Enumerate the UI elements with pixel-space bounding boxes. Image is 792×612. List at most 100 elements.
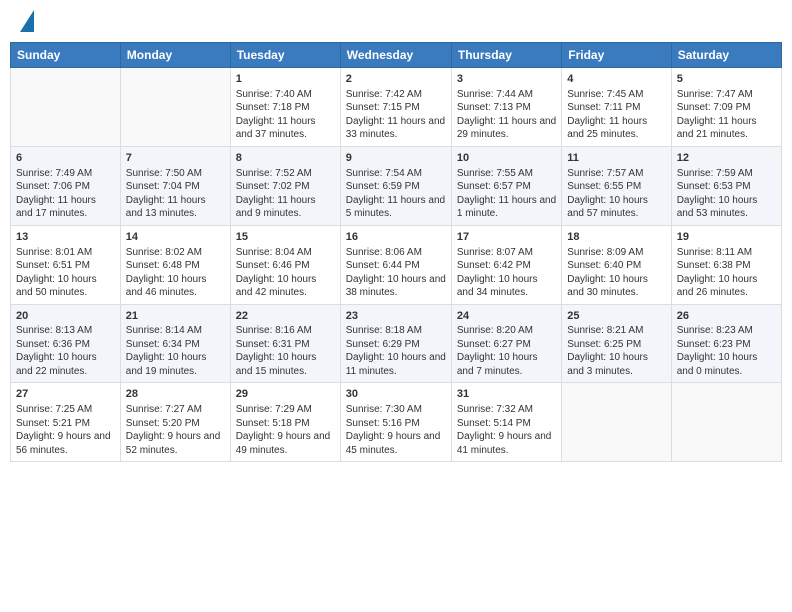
day-number: 26 — [677, 309, 776, 324]
weekday-header-saturday: Saturday — [671, 43, 781, 68]
day-cell: 26Sunrise: 8:23 AMSunset: 6:23 PMDayligh… — [671, 304, 781, 383]
day-cell — [11, 68, 121, 147]
day-number: 21 — [126, 309, 225, 324]
day-info: Sunrise: 8:23 AMSunset: 6:23 PMDaylight:… — [677, 324, 776, 378]
weekday-header-tuesday: Tuesday — [230, 43, 340, 68]
day-number: 12 — [677, 151, 776, 166]
page-header — [10, 10, 782, 36]
day-info: Sunrise: 8:21 AMSunset: 6:25 PMDaylight:… — [567, 324, 665, 378]
day-cell — [671, 383, 781, 462]
day-number: 11 — [567, 151, 665, 166]
day-info: Sunrise: 7:40 AMSunset: 7:18 PMDaylight:… — [236, 88, 335, 142]
week-row-3: 13Sunrise: 8:01 AMSunset: 6:51 PMDayligh… — [11, 225, 782, 304]
day-info: Sunrise: 8:09 AMSunset: 6:40 PMDaylight:… — [567, 246, 665, 300]
day-number: 8 — [236, 151, 335, 166]
day-number: 31 — [457, 387, 556, 402]
day-info: Sunrise: 7:42 AMSunset: 7:15 PMDaylight:… — [346, 88, 446, 142]
logo-triangle-icon — [20, 10, 34, 32]
day-info: Sunrise: 7:47 AMSunset: 7:09 PMDaylight:… — [677, 88, 776, 142]
day-cell: 30Sunrise: 7:30 AMSunset: 5:16 PMDayligh… — [340, 383, 451, 462]
day-info: Sunrise: 8:11 AMSunset: 6:38 PMDaylight:… — [677, 246, 776, 300]
day-cell: 8Sunrise: 7:52 AMSunset: 7:02 PMDaylight… — [230, 146, 340, 225]
day-cell: 31Sunrise: 7:32 AMSunset: 5:14 PMDayligh… — [451, 383, 561, 462]
day-cell: 22Sunrise: 8:16 AMSunset: 6:31 PMDayligh… — [230, 304, 340, 383]
weekday-header-thursday: Thursday — [451, 43, 561, 68]
day-number: 7 — [126, 151, 225, 166]
day-info: Sunrise: 7:54 AMSunset: 6:59 PMDaylight:… — [346, 167, 446, 221]
day-cell — [562, 383, 671, 462]
day-cell: 12Sunrise: 7:59 AMSunset: 6:53 PMDayligh… — [671, 146, 781, 225]
day-cell: 16Sunrise: 8:06 AMSunset: 6:44 PMDayligh… — [340, 225, 451, 304]
day-number: 13 — [16, 230, 115, 245]
day-number: 5 — [677, 72, 776, 87]
day-info: Sunrise: 8:13 AMSunset: 6:36 PMDaylight:… — [16, 324, 115, 378]
day-info: Sunrise: 8:07 AMSunset: 6:42 PMDaylight:… — [457, 246, 556, 300]
day-cell: 10Sunrise: 7:55 AMSunset: 6:57 PMDayligh… — [451, 146, 561, 225]
day-cell: 11Sunrise: 7:57 AMSunset: 6:55 PMDayligh… — [562, 146, 671, 225]
day-number: 9 — [346, 151, 446, 166]
day-cell: 7Sunrise: 7:50 AMSunset: 7:04 PMDaylight… — [120, 146, 230, 225]
day-number: 10 — [457, 151, 556, 166]
day-cell: 2Sunrise: 7:42 AMSunset: 7:15 PMDaylight… — [340, 68, 451, 147]
day-cell: 5Sunrise: 7:47 AMSunset: 7:09 PMDaylight… — [671, 68, 781, 147]
day-info: Sunrise: 8:20 AMSunset: 6:27 PMDaylight:… — [457, 324, 556, 378]
day-cell: 21Sunrise: 8:14 AMSunset: 6:34 PMDayligh… — [120, 304, 230, 383]
weekday-header-monday: Monday — [120, 43, 230, 68]
week-row-2: 6Sunrise: 7:49 AMSunset: 7:06 PMDaylight… — [11, 146, 782, 225]
day-number: 23 — [346, 309, 446, 324]
day-number: 24 — [457, 309, 556, 324]
day-cell: 29Sunrise: 7:29 AMSunset: 5:18 PMDayligh… — [230, 383, 340, 462]
day-info: Sunrise: 8:06 AMSunset: 6:44 PMDaylight:… — [346, 246, 446, 300]
day-info: Sunrise: 7:32 AMSunset: 5:14 PMDaylight:… — [457, 403, 556, 457]
day-info: Sunrise: 7:55 AMSunset: 6:57 PMDaylight:… — [457, 167, 556, 221]
day-number: 16 — [346, 230, 446, 245]
day-number: 20 — [16, 309, 115, 324]
day-cell — [120, 68, 230, 147]
day-cell: 19Sunrise: 8:11 AMSunset: 6:38 PMDayligh… — [671, 225, 781, 304]
day-info: Sunrise: 8:02 AMSunset: 6:48 PMDaylight:… — [126, 246, 225, 300]
day-cell: 14Sunrise: 8:02 AMSunset: 6:48 PMDayligh… — [120, 225, 230, 304]
weekday-header-friday: Friday — [562, 43, 671, 68]
day-info: Sunrise: 7:52 AMSunset: 7:02 PMDaylight:… — [236, 167, 335, 221]
day-number: 15 — [236, 230, 335, 245]
day-info: Sunrise: 7:25 AMSunset: 5:21 PMDaylight:… — [16, 403, 115, 457]
day-info: Sunrise: 8:16 AMSunset: 6:31 PMDaylight:… — [236, 324, 335, 378]
day-info: Sunrise: 7:57 AMSunset: 6:55 PMDaylight:… — [567, 167, 665, 221]
day-number: 4 — [567, 72, 665, 87]
day-number: 28 — [126, 387, 225, 402]
day-number: 2 — [346, 72, 446, 87]
day-info: Sunrise: 7:59 AMSunset: 6:53 PMDaylight:… — [677, 167, 776, 221]
day-number: 19 — [677, 230, 776, 245]
day-cell: 9Sunrise: 7:54 AMSunset: 6:59 PMDaylight… — [340, 146, 451, 225]
day-cell: 13Sunrise: 8:01 AMSunset: 6:51 PMDayligh… — [11, 225, 121, 304]
day-cell: 1Sunrise: 7:40 AMSunset: 7:18 PMDaylight… — [230, 68, 340, 147]
day-number: 18 — [567, 230, 665, 245]
day-cell: 3Sunrise: 7:44 AMSunset: 7:13 PMDaylight… — [451, 68, 561, 147]
day-cell: 18Sunrise: 8:09 AMSunset: 6:40 PMDayligh… — [562, 225, 671, 304]
weekday-header-row: SundayMondayTuesdayWednesdayThursdayFrid… — [11, 43, 782, 68]
calendar-table: SundayMondayTuesdayWednesdayThursdayFrid… — [10, 42, 782, 462]
day-cell: 15Sunrise: 8:04 AMSunset: 6:46 PMDayligh… — [230, 225, 340, 304]
day-cell: 24Sunrise: 8:20 AMSunset: 6:27 PMDayligh… — [451, 304, 561, 383]
week-row-1: 1Sunrise: 7:40 AMSunset: 7:18 PMDaylight… — [11, 68, 782, 147]
day-info: Sunrise: 7:30 AMSunset: 5:16 PMDaylight:… — [346, 403, 446, 457]
day-info: Sunrise: 7:29 AMSunset: 5:18 PMDaylight:… — [236, 403, 335, 457]
weekday-header-wednesday: Wednesday — [340, 43, 451, 68]
day-info: Sunrise: 8:01 AMSunset: 6:51 PMDaylight:… — [16, 246, 115, 300]
day-number: 1 — [236, 72, 335, 87]
day-info: Sunrise: 7:27 AMSunset: 5:20 PMDaylight:… — [126, 403, 225, 457]
day-info: Sunrise: 8:04 AMSunset: 6:46 PMDaylight:… — [236, 246, 335, 300]
day-cell: 23Sunrise: 8:18 AMSunset: 6:29 PMDayligh… — [340, 304, 451, 383]
day-cell: 27Sunrise: 7:25 AMSunset: 5:21 PMDayligh… — [11, 383, 121, 462]
day-number: 29 — [236, 387, 335, 402]
logo — [18, 14, 34, 32]
day-number: 17 — [457, 230, 556, 245]
day-number: 3 — [457, 72, 556, 87]
day-info: Sunrise: 7:45 AMSunset: 7:11 PMDaylight:… — [567, 88, 665, 142]
weekday-header-sunday: Sunday — [11, 43, 121, 68]
day-number: 25 — [567, 309, 665, 324]
day-number: 30 — [346, 387, 446, 402]
day-cell: 28Sunrise: 7:27 AMSunset: 5:20 PMDayligh… — [120, 383, 230, 462]
day-info: Sunrise: 8:14 AMSunset: 6:34 PMDaylight:… — [126, 324, 225, 378]
day-number: 6 — [16, 151, 115, 166]
